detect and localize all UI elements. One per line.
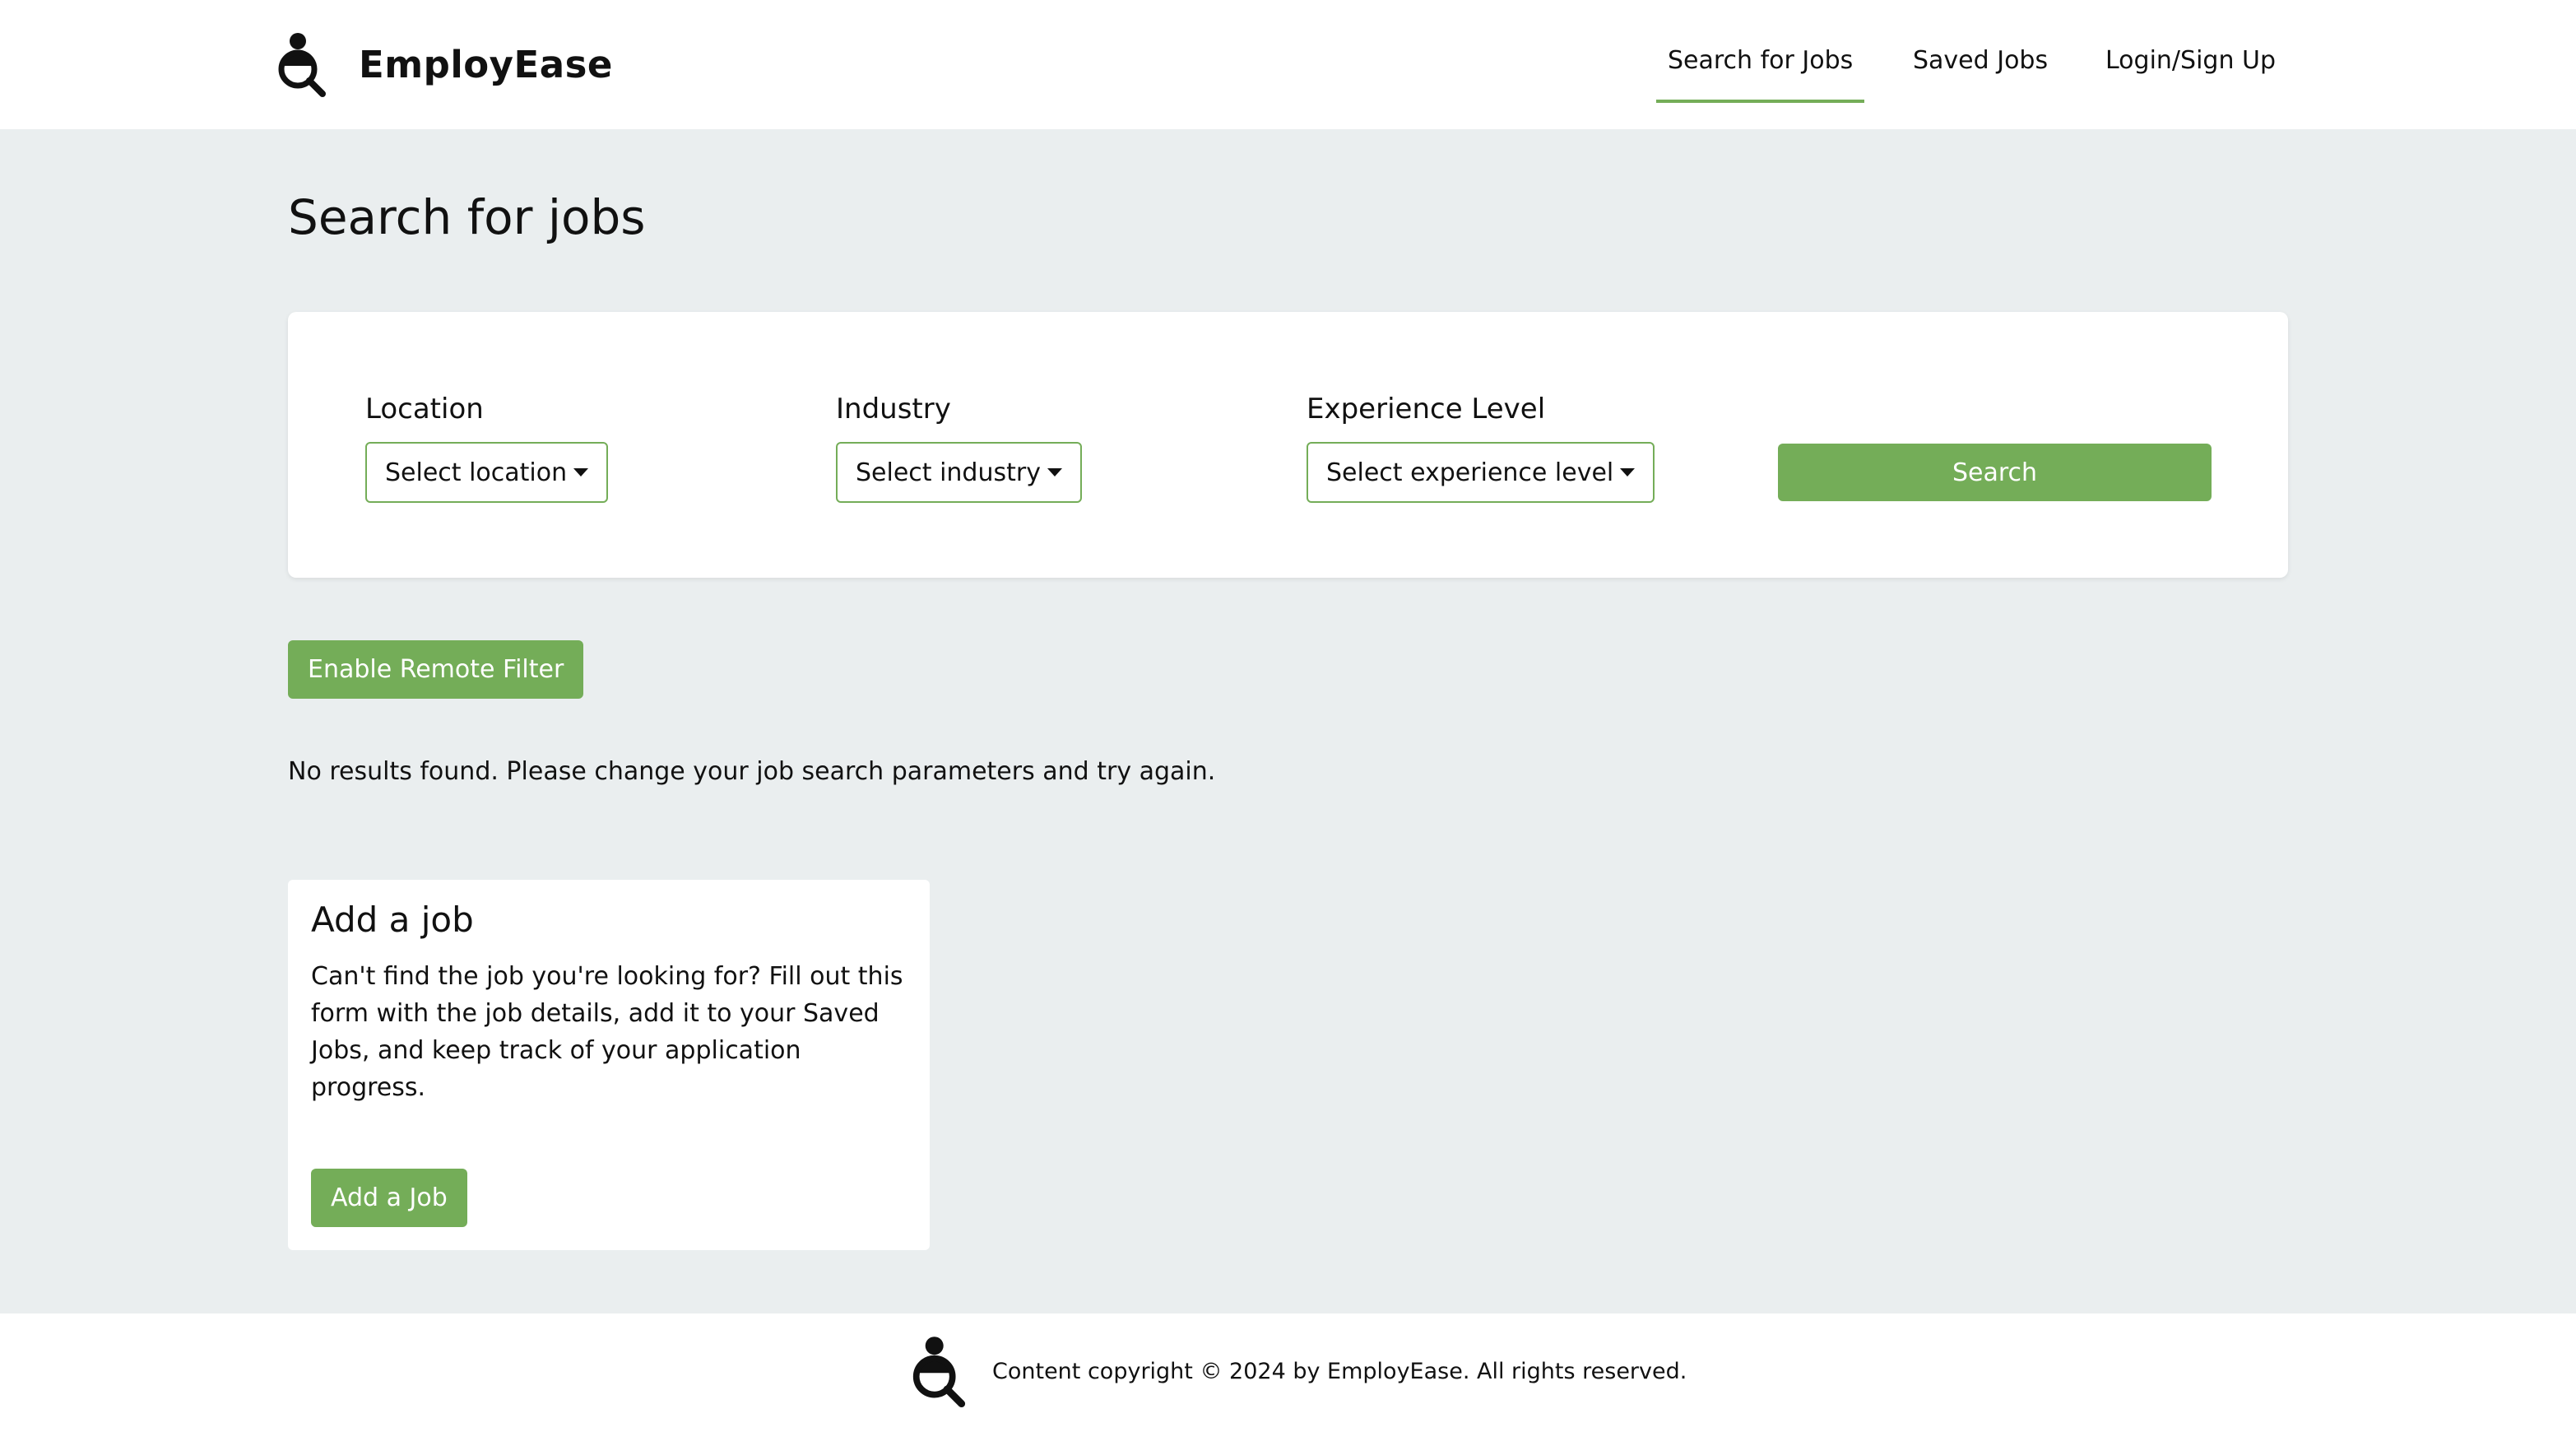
- add-job-title: Add a job: [311, 900, 474, 940]
- location-dropdown-value: Select location: [385, 458, 568, 487]
- chevron-down-icon: [1620, 468, 1636, 477]
- add-job-description: Can't find the job you're looking for? F…: [311, 962, 903, 1102]
- no-results-message: No results found. Please change your job…: [288, 757, 1216, 786]
- nav-saved-jobs[interactable]: Saved Jobs: [1913, 46, 2048, 75]
- site-footer: Content copyright © 2024 by EmployEase. …: [0, 1313, 2576, 1432]
- search-button[interactable]: Search: [1778, 444, 2212, 501]
- page-title: Search for jobs: [288, 189, 646, 245]
- experience-dropdown[interactable]: Select experience level: [1307, 442, 1655, 503]
- experience-dropdown-value: Select experience level: [1326, 458, 1614, 487]
- nav-login-signup[interactable]: Login/Sign Up: [2105, 46, 2276, 75]
- location-label: Location: [365, 393, 484, 425]
- footer-content: Content copyright © 2024 by EmployEase. …: [905, 1335, 1687, 1407]
- enable-remote-filter-button[interactable]: Enable Remote Filter: [288, 640, 584, 699]
- footer-copyright: Content copyright © 2024 by EmployEase. …: [992, 1358, 1687, 1384]
- chevron-down-icon: [1047, 468, 1062, 477]
- site-header: EmployEase Search for Jobs Saved Jobs Lo…: [0, 0, 2576, 129]
- industry-filter: Industry Select industry: [836, 393, 1082, 503]
- search-filters-card: Location Select location Industry Select…: [288, 312, 2288, 578]
- add-job-card: Add a job Can't find the job you're look…: [288, 880, 930, 1250]
- nav-search-for-jobs[interactable]: Search for Jobs: [1655, 46, 1865, 103]
- industry-label: Industry: [836, 393, 951, 425]
- add-job-button[interactable]: Add a Job: [311, 1169, 467, 1227]
- job-search-logo-icon: [912, 1337, 966, 1407]
- location-dropdown[interactable]: Select location: [365, 442, 609, 503]
- chevron-down-icon: [573, 468, 589, 477]
- industry-dropdown[interactable]: Select industry: [836, 442, 1082, 503]
- experience-filter: Experience Level Select experience level: [1307, 393, 1655, 503]
- main-nav: Search for Jobs Saved Jobs Login/Sign Up: [0, 46, 2576, 104]
- experience-label: Experience Level: [1307, 393, 1546, 425]
- industry-dropdown-value: Select industry: [856, 458, 1041, 487]
- location-filter: Location Select location: [365, 393, 609, 503]
